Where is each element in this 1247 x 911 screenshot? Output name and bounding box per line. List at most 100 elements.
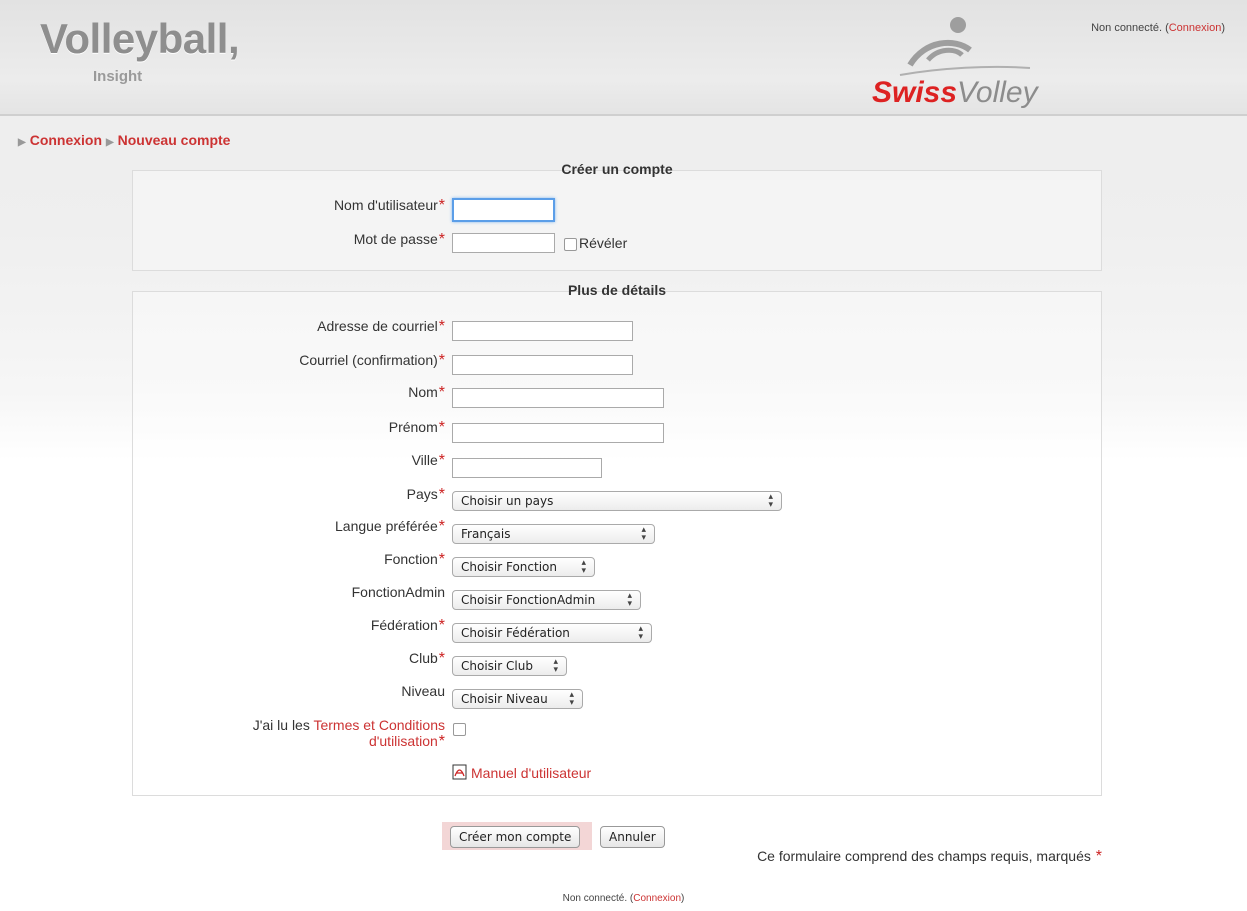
email-label: Adresse de courriel bbox=[317, 318, 438, 334]
required-mark: * bbox=[438, 197, 445, 214]
federation-label-wrap: Fédération* bbox=[371, 617, 445, 635]
select-arrows-icon: ▴ ▾ bbox=[768, 492, 773, 510]
breadcrumb-arrow-icon: ▶ bbox=[105, 137, 114, 148]
select-arrows-icon: ▴ ▾ bbox=[638, 624, 643, 642]
select-arrows-icon: ▴ ▾ bbox=[641, 525, 646, 543]
password-label-wrap: Mot de passe* bbox=[354, 231, 445, 249]
required-mark: * bbox=[438, 733, 445, 750]
function-row: Fonction* Choisir Fonction ▴ ▾ bbox=[133, 551, 1101, 577]
select-arrows-icon: ▴ ▾ bbox=[581, 558, 586, 576]
logo-ball-icon bbox=[950, 17, 966, 33]
function-select[interactable]: Choisir Fonction ▴ ▾ bbox=[452, 557, 595, 577]
breadcrumb-nouveau-compte[interactable]: Nouveau compte bbox=[118, 132, 231, 148]
federation-select-value: Choisir Fédération bbox=[461, 626, 570, 640]
email-confirm-label: Courriel (confirmation) bbox=[299, 352, 438, 368]
lastname-input[interactable] bbox=[452, 388, 664, 408]
required-mark: * bbox=[438, 650, 445, 667]
city-label-wrap: Ville* bbox=[412, 452, 445, 470]
details-legend: Plus de détails bbox=[567, 282, 667, 298]
required-mark: * bbox=[438, 518, 445, 535]
manual-link[interactable]: Manuel d'utilisateur bbox=[452, 764, 591, 781]
footer-status-text: Non connecté. ( bbox=[562, 893, 634, 904]
city-input[interactable] bbox=[452, 458, 602, 478]
select-arrows-icon: ▴ ▾ bbox=[569, 690, 574, 708]
username-row: Nom d'utilisateur* bbox=[133, 197, 1101, 223]
select-arrows-icon: ▴ ▾ bbox=[627, 591, 632, 609]
functionadmin-select[interactable]: Choisir FonctionAdmin ▴ ▾ bbox=[452, 590, 641, 610]
email-confirm-label-wrap: Courriel (confirmation)* bbox=[299, 352, 445, 370]
level-label: Niveau bbox=[401, 683, 445, 699]
functionadmin-row: FonctionAdmin Choisir FonctionAdmin ▴ ▾ bbox=[133, 584, 1101, 610]
language-select-value: Français bbox=[461, 527, 511, 541]
footer-login-status: Non connecté. (Connexion) bbox=[0, 893, 1247, 904]
lastname-label: Nom bbox=[408, 384, 438, 400]
username-label-wrap: Nom d'utilisateur* bbox=[334, 197, 445, 215]
language-select[interactable]: Français ▴ ▾ bbox=[452, 524, 655, 544]
select-arrows-icon: ▴ ▾ bbox=[553, 657, 558, 675]
reveal-checkbox[interactable] bbox=[564, 238, 577, 251]
terms-link[interactable]: Termes et Conditions bbox=[313, 717, 445, 733]
password-input[interactable] bbox=[452, 233, 555, 253]
terms-prefix: J'ai lu les bbox=[252, 717, 314, 733]
lastname-row: Nom* bbox=[133, 384, 1101, 410]
breadcrumb-arrow-icon: ▶ bbox=[18, 137, 26, 148]
terms-row: J'ai lu les Termes et Conditions d'utilis… bbox=[133, 717, 1101, 757]
terms-checkbox[interactable] bbox=[453, 723, 466, 736]
firstname-input[interactable] bbox=[452, 423, 664, 443]
swissvolley-logo[interactable]: Swiss Volley bbox=[860, 10, 1090, 110]
required-note: Ce formulaire comprend des champs requis… bbox=[757, 848, 1102, 866]
email-row: Adresse de courriel* bbox=[133, 318, 1101, 344]
required-mark: * bbox=[438, 318, 445, 335]
club-select[interactable]: Choisir Club ▴ ▾ bbox=[452, 656, 567, 676]
reveal-label: Révéler bbox=[579, 235, 628, 251]
required-mark: * bbox=[438, 384, 445, 401]
language-label-wrap: Langue préférée* bbox=[335, 518, 445, 536]
email-confirm-row: Courriel (confirmation)* bbox=[133, 352, 1101, 378]
login-link-top[interactable]: Connexion bbox=[1169, 22, 1222, 34]
login-status-top: Non connecté. (Connexion) bbox=[1091, 22, 1225, 34]
username-label: Nom d'utilisateur bbox=[333, 197, 438, 213]
password-row: Mot de passe* Révéler bbox=[133, 231, 1101, 257]
login-status-close: ) bbox=[1221, 22, 1225, 34]
club-label: Club bbox=[408, 650, 438, 666]
email-input[interactable] bbox=[452, 321, 633, 341]
required-mark: * bbox=[438, 231, 445, 248]
footer-status-close: ) bbox=[681, 893, 685, 904]
country-select[interactable]: Choisir un pays ▴ ▾ bbox=[452, 491, 782, 511]
breadcrumb-connexion[interactable]: Connexion bbox=[30, 132, 102, 148]
required-mark: * bbox=[438, 486, 445, 503]
country-label-wrap: Pays* bbox=[407, 486, 445, 504]
country-select-value: Choisir un pays bbox=[461, 494, 554, 508]
country-row: Pays* Choisir un pays ▴ ▾ bbox=[133, 486, 1101, 512]
terms-link-line2[interactable]: d'utilisation bbox=[369, 733, 438, 749]
level-select-value: Choisir Niveau bbox=[461, 692, 548, 706]
required-mark: * bbox=[438, 617, 445, 634]
level-label-wrap: Niveau bbox=[401, 683, 445, 699]
cancel-button[interactable]: Annuler bbox=[600, 826, 665, 848]
logo-text-volley: Volley bbox=[957, 76, 1040, 109]
federation-row: Fédération* Choisir Fédération ▴ ▾ bbox=[133, 617, 1101, 643]
language-row: Langue préférée* Français ▴ ▾ bbox=[133, 518, 1101, 544]
create-account-legend: Créer un compte bbox=[561, 161, 673, 177]
create-account-button[interactable]: Créer mon compte bbox=[450, 826, 581, 848]
federation-select[interactable]: Choisir Fédération ▴ ▾ bbox=[452, 623, 652, 643]
manual-link-label: Manuel d'utilisateur bbox=[471, 765, 592, 781]
login-status-text: Non connecté. ( bbox=[1091, 22, 1169, 34]
level-select[interactable]: Choisir Niveau ▴ ▾ bbox=[452, 689, 583, 709]
required-note-text: Ce formulaire comprend des champs requis… bbox=[757, 848, 1091, 864]
header: Volleyball, Insight Swiss Volley Non con… bbox=[0, 0, 1247, 116]
functionadmin-label-wrap: FonctionAdmin bbox=[352, 584, 445, 600]
club-select-value: Choisir Club bbox=[461, 659, 533, 673]
password-label: Mot de passe bbox=[353, 231, 438, 247]
function-label: Fonction bbox=[384, 551, 438, 567]
logo-text-swiss: Swiss bbox=[872, 76, 957, 109]
pdf-icon bbox=[452, 764, 467, 780]
username-input[interactable] bbox=[452, 198, 555, 222]
level-row: Niveau Choisir Niveau ▴ ▾ bbox=[133, 683, 1101, 709]
footer-login-link[interactable]: Connexion bbox=[633, 893, 681, 904]
language-label: Langue préférée bbox=[335, 518, 438, 534]
required-mark: * bbox=[438, 551, 445, 568]
city-label: Ville bbox=[411, 452, 438, 468]
email-confirm-input[interactable] bbox=[452, 355, 633, 375]
create-account-fieldset: Créer un compte Nom d'utilisateur* Mot d… bbox=[132, 161, 1102, 271]
